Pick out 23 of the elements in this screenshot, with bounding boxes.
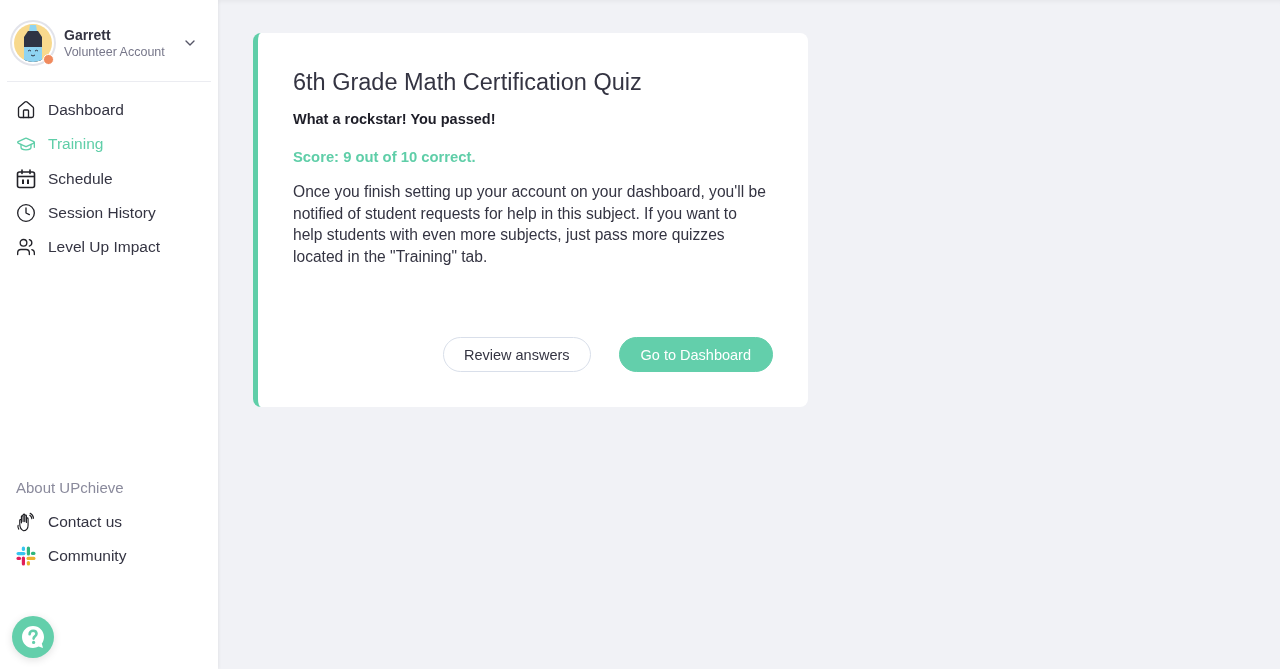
nav-item[interactable]: Level Up Impact [0,230,218,265]
hand-icon [16,511,36,532]
help-icon [21,625,45,649]
status-dot-icon [43,54,54,65]
people-icon [16,237,36,258]
nav-item[interactable]: Session History [0,195,218,231]
result-description: Once you finish setting up your account on your dashboard, you'll be notified of student requests for help in this subject. If you want to help students with even more subjects, just pass more quizzes located in the "Training" tab. [293,182,767,267]
sidebar-link[interactable]: Contact us [0,504,218,539]
profile-name: Garrett [64,27,112,43]
quiz-title: 6th Grade Math Certification Quiz [293,68,643,96]
nav-item[interactable]: Schedule [0,161,218,196]
sidebar-link[interactable]: Community [0,538,218,573]
calendar-icon [16,168,36,189]
hashtag-logo-icon [16,545,36,566]
section-heading: About UPchieve [15,477,125,498]
score-text: Score: 9 out of 10 correct. [293,148,477,167]
nav-item[interactable]: Dashboard [0,93,218,128]
clock-icon [16,203,36,224]
avatar-illustration [10,20,56,66]
account-type: Volunteer Account [64,45,166,59]
result-message: What a rockstar! You passed! [293,110,497,129]
home-icon [16,100,36,121]
review-answers-button[interactable]: Review answers [443,337,591,372]
